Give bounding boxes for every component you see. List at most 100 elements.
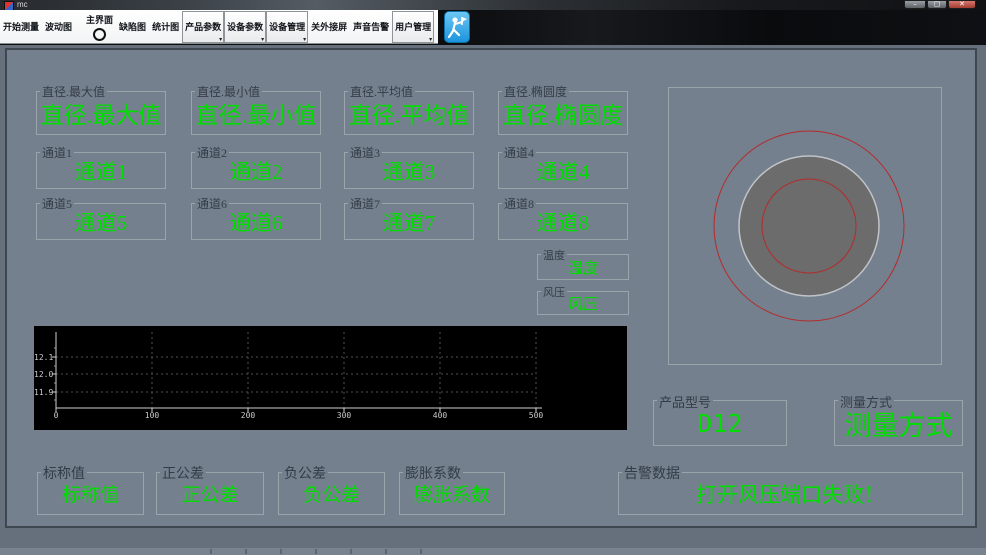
- client-area: 直径.最大值 直径.最大值 直径.最小值 直径.最小值 直径.平均值 直径.平均…: [0, 45, 986, 555]
- parameter-label: 膨胀系数: [403, 463, 463, 483]
- temperature-value: 温度: [567, 260, 598, 277]
- dropdown-arrow-icon: ▾: [303, 35, 307, 43]
- product-params-label: 产品参数: [185, 22, 222, 32]
- maximize-button[interactable]: ▢: [927, 0, 947, 9]
- alarm-label: 告警数据: [622, 463, 682, 483]
- window-title: mc: [17, 0, 28, 9]
- user-manage-label: 用户管理: [395, 22, 432, 32]
- parameter-value: 正公差: [181, 485, 239, 506]
- product-params-dropdown[interactable]: 产品参数 ▾: [182, 10, 225, 43]
- status-ring-icon: [93, 27, 107, 41]
- channel-box-7: 通道7 通道7: [344, 195, 474, 240]
- channel-value: 通道6: [229, 210, 283, 235]
- alarm-data-box: 告警数据 打开风压端口失败！: [618, 463, 963, 515]
- measure-mode-box: 测量方式 测量方式: [834, 392, 963, 446]
- device-params-dropdown[interactable]: 设备参数 ▾: [224, 10, 267, 43]
- dropdown-arrow-icon: ▾: [219, 35, 223, 43]
- sound-alarm-button[interactable]: 声音告警: [350, 20, 392, 33]
- pressure-value: 风压: [567, 296, 598, 313]
- dropdown-arrow-icon: ▾: [261, 35, 265, 43]
- channel-value: 通道3: [382, 159, 436, 184]
- metric-box-min-diameter: 直径.最小值 直径.最小值: [191, 83, 321, 135]
- pressure-label: 风压: [541, 284, 567, 300]
- taskbar-strip: [0, 548, 986, 555]
- product-model-label: 产品型号: [657, 392, 714, 411]
- channel-box-1: 通道1 通道1: [36, 144, 166, 189]
- metric-label: 直径.最小值: [195, 83, 263, 100]
- metric-value: 直径.最小值: [195, 103, 317, 128]
- alarm-message: 打开风压端口失败！: [696, 482, 885, 507]
- metric-label: 直径.椭圆度: [502, 83, 570, 100]
- title-bar: mc – ▢ ✕: [0, 0, 986, 11]
- channel-label: 通道3: [348, 144, 383, 161]
- plus-tolerance-box: 正公差 正公差: [156, 463, 264, 515]
- cross-section-panel: [668, 87, 942, 365]
- parameter-label: 负公差: [282, 463, 328, 483]
- main-screen-button[interactable]: 主界面: [83, 13, 116, 26]
- x-tick-label: 300: [336, 411, 352, 420]
- parameter-value: 标称值: [61, 485, 119, 506]
- channel-label: 通道1: [40, 144, 75, 161]
- parameter-label: 正公差: [160, 463, 206, 483]
- pressure-box: 风压 风压: [537, 284, 629, 315]
- channel-label: 通道6: [195, 195, 230, 212]
- metric-value: 直径.最大值: [40, 103, 162, 128]
- parameter-value: 膨胀系数: [413, 485, 490, 506]
- defect-chart-button[interactable]: 缺陷图: [116, 20, 149, 33]
- run-person-flag-icon[interactable]: [444, 10, 471, 43]
- dropdown-arrow-icon: ▾: [429, 35, 433, 43]
- y-tick-label: 12.0: [34, 370, 54, 379]
- channel-label: 通道2: [195, 144, 230, 161]
- trend-chart: 12.1 12.0 11.9 0 100 200 300 400 500: [34, 326, 627, 430]
- device-manage-label: 设备管理: [269, 22, 306, 32]
- metric-label: 直径.最大值: [40, 83, 108, 100]
- channel-box-5: 通道5 通道5: [36, 195, 166, 240]
- device-manage-dropdown[interactable]: 设备管理 ▾: [266, 10, 309, 43]
- nominal-value-box: 标称值 标称值: [37, 463, 144, 515]
- stats-chart-button[interactable]: 统计图: [149, 20, 182, 33]
- minimize-button[interactable]: –: [904, 0, 926, 9]
- external-screen-button[interactable]: 关外接屏: [308, 20, 350, 33]
- channel-box-4: 通道4 通道4: [498, 144, 628, 189]
- metric-value: 直径.平均值: [348, 103, 470, 128]
- channel-label: 通道7: [348, 195, 383, 212]
- channel-value: 通道5: [74, 210, 128, 235]
- main-panel: 直径.最大值 直径.最大值 直径.最小值 直径.最小值 直径.平均值 直径.平均…: [5, 48, 977, 528]
- channel-value: 通道1: [74, 159, 128, 184]
- product-cross-section-circle: [738, 155, 880, 297]
- channel-label: 通道4: [502, 144, 537, 161]
- x-tick-label: 500: [528, 411, 544, 420]
- x-tick-label: 100: [144, 411, 160, 420]
- wave-chart-button[interactable]: 波动图: [42, 20, 75, 33]
- user-manage-dropdown[interactable]: 用户管理 ▾: [392, 10, 435, 43]
- metric-box-ovality: 直径.椭圆度 直径.椭圆度: [498, 83, 628, 135]
- channel-box-8: 通道8 通道8: [498, 195, 628, 240]
- channel-value: 通道2: [229, 159, 283, 184]
- metric-box-avg-diameter: 直径.平均值 直径.平均值: [344, 83, 474, 135]
- parameter-label: 标称值: [41, 463, 87, 483]
- y-tick-label: 11.9: [34, 388, 54, 397]
- x-tick-label: 400: [432, 411, 448, 420]
- channel-box-3: 通道3 通道3: [344, 144, 474, 189]
- temperature-box: 温度 温度: [537, 247, 629, 280]
- x-tick-label: 200: [240, 411, 256, 420]
- metric-label: 直径.平均值: [348, 83, 416, 100]
- metric-box-max-diameter: 直径.最大值 直径.最大值: [36, 83, 166, 135]
- device-params-label: 设备参数: [227, 22, 264, 32]
- channel-box-2: 通道2 通道2: [191, 144, 321, 189]
- channel-value: 通道8: [536, 210, 590, 235]
- channel-label: 通道8: [502, 195, 537, 212]
- temperature-label: 温度: [541, 247, 567, 263]
- channel-label: 通道5: [40, 195, 75, 212]
- product-model-box: 产品型号 D12: [653, 392, 787, 446]
- toolbar: 开始测量 波动图 主界面 缺陷图 统计图 产品参数 ▾ 设备参数 ▾ 设备管理 …: [0, 10, 471, 44]
- channel-value: 通道4: [536, 159, 590, 184]
- measure-mode-label: 测量方式: [838, 392, 895, 411]
- minus-tolerance-box: 负公差 负公差: [278, 463, 385, 515]
- start-measure-button[interactable]: 开始测量: [0, 20, 42, 33]
- y-tick-label: 12.1: [34, 353, 54, 362]
- x-tick-label: 0: [53, 411, 59, 420]
- close-button[interactable]: ✕: [948, 0, 976, 9]
- channel-box-6: 通道6 通道6: [191, 195, 321, 240]
- channel-value: 通道7: [382, 210, 436, 235]
